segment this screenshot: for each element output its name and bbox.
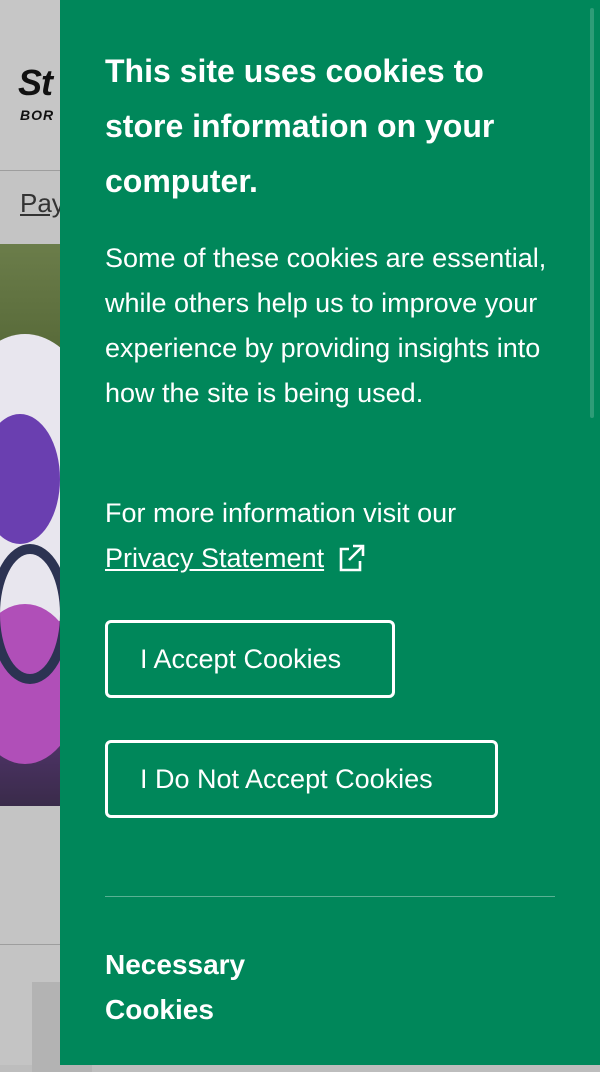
privacy-statement-link[interactable]: Privacy Statement [105,543,324,573]
nav-link-pay: Pay [20,188,65,218]
site-logo: St [18,62,53,103]
cookie-panel-title: This site uses cookies to store informat… [105,53,495,199]
site-logo-subtitle: BOR [20,107,55,123]
external-link-icon [336,542,366,587]
reject-cookies-button[interactable]: I Do Not Accept Cookies [105,740,498,818]
necessary-cookies-heading[interactable]: Necessary Cookies [105,942,305,1032]
section-divider [105,896,555,897]
cookie-consent-panel: This site uses cookies to store informat… [60,0,600,1065]
panel-scrollbar[interactable] [590,8,594,418]
cookie-panel-description: Some of these cookies are essential, whi… [105,243,547,408]
more-info-paragraph: For more information visit our Privacy S… [105,491,555,587]
more-info-text: For more information visit our [105,498,457,528]
accept-cookies-button[interactable]: I Accept Cookies [105,620,395,698]
